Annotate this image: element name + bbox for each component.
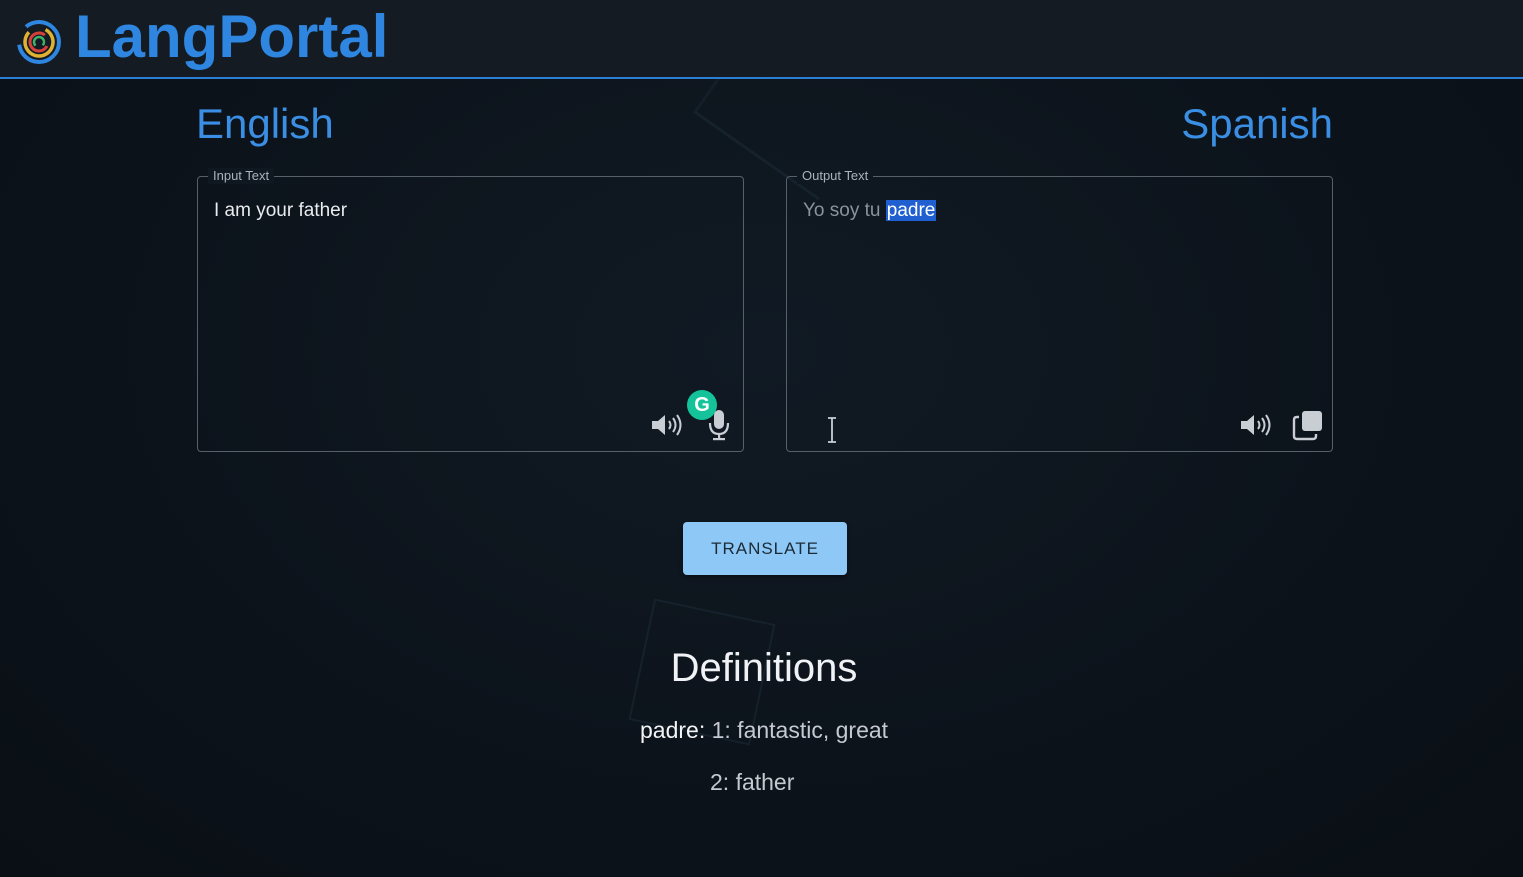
definition-text: 2: father	[710, 769, 795, 795]
microphone-icon	[708, 410, 730, 441]
speaker-icon	[652, 414, 682, 436]
source-language-label[interactable]: English	[196, 100, 334, 148]
output-text-field[interactable]: Output Text Yo soy tu padre	[786, 168, 1333, 452]
target-language-label[interactable]: Spanish	[1181, 100, 1333, 148]
speaker-icon	[1241, 414, 1271, 436]
definition-entry: padre: 1: fantastic, great	[640, 715, 888, 745]
logo-icon	[17, 20, 61, 64]
app-header: LangPortal	[0, 0, 1523, 79]
output-text-legend: Output Text	[797, 168, 874, 184]
input-text-field[interactable]: Input Text I am your father G	[197, 168, 744, 452]
input-speaker-button[interactable]	[649, 407, 685, 443]
output-text-value[interactable]: Yo soy tu padre	[803, 199, 937, 223]
text-cursor-icon	[828, 417, 836, 443]
page: LangPortal English Spanish Input Text I …	[0, 0, 1523, 877]
copy-button[interactable]	[1290, 407, 1326, 443]
output-text-selection: padre	[885, 200, 937, 221]
microphone-button[interactable]	[701, 407, 737, 443]
copy-icon	[1292, 411, 1322, 441]
definition-text: 1: fantastic, great	[711, 717, 889, 743]
output-text-prefix: Yo soy tu	[803, 200, 886, 221]
output-speaker-button[interactable]	[1238, 407, 1274, 443]
app-logo-text[interactable]: LangPortal	[75, 2, 388, 72]
input-text-legend: Input Text	[208, 168, 275, 184]
translate-button[interactable]: TRANSLATE	[683, 522, 847, 575]
input-text-value[interactable]: I am your father	[214, 199, 347, 223]
definition-word: padre:	[640, 717, 706, 743]
definition-entry: 2: father	[710, 767, 794, 797]
definitions-title: Definitions	[670, 646, 858, 690]
